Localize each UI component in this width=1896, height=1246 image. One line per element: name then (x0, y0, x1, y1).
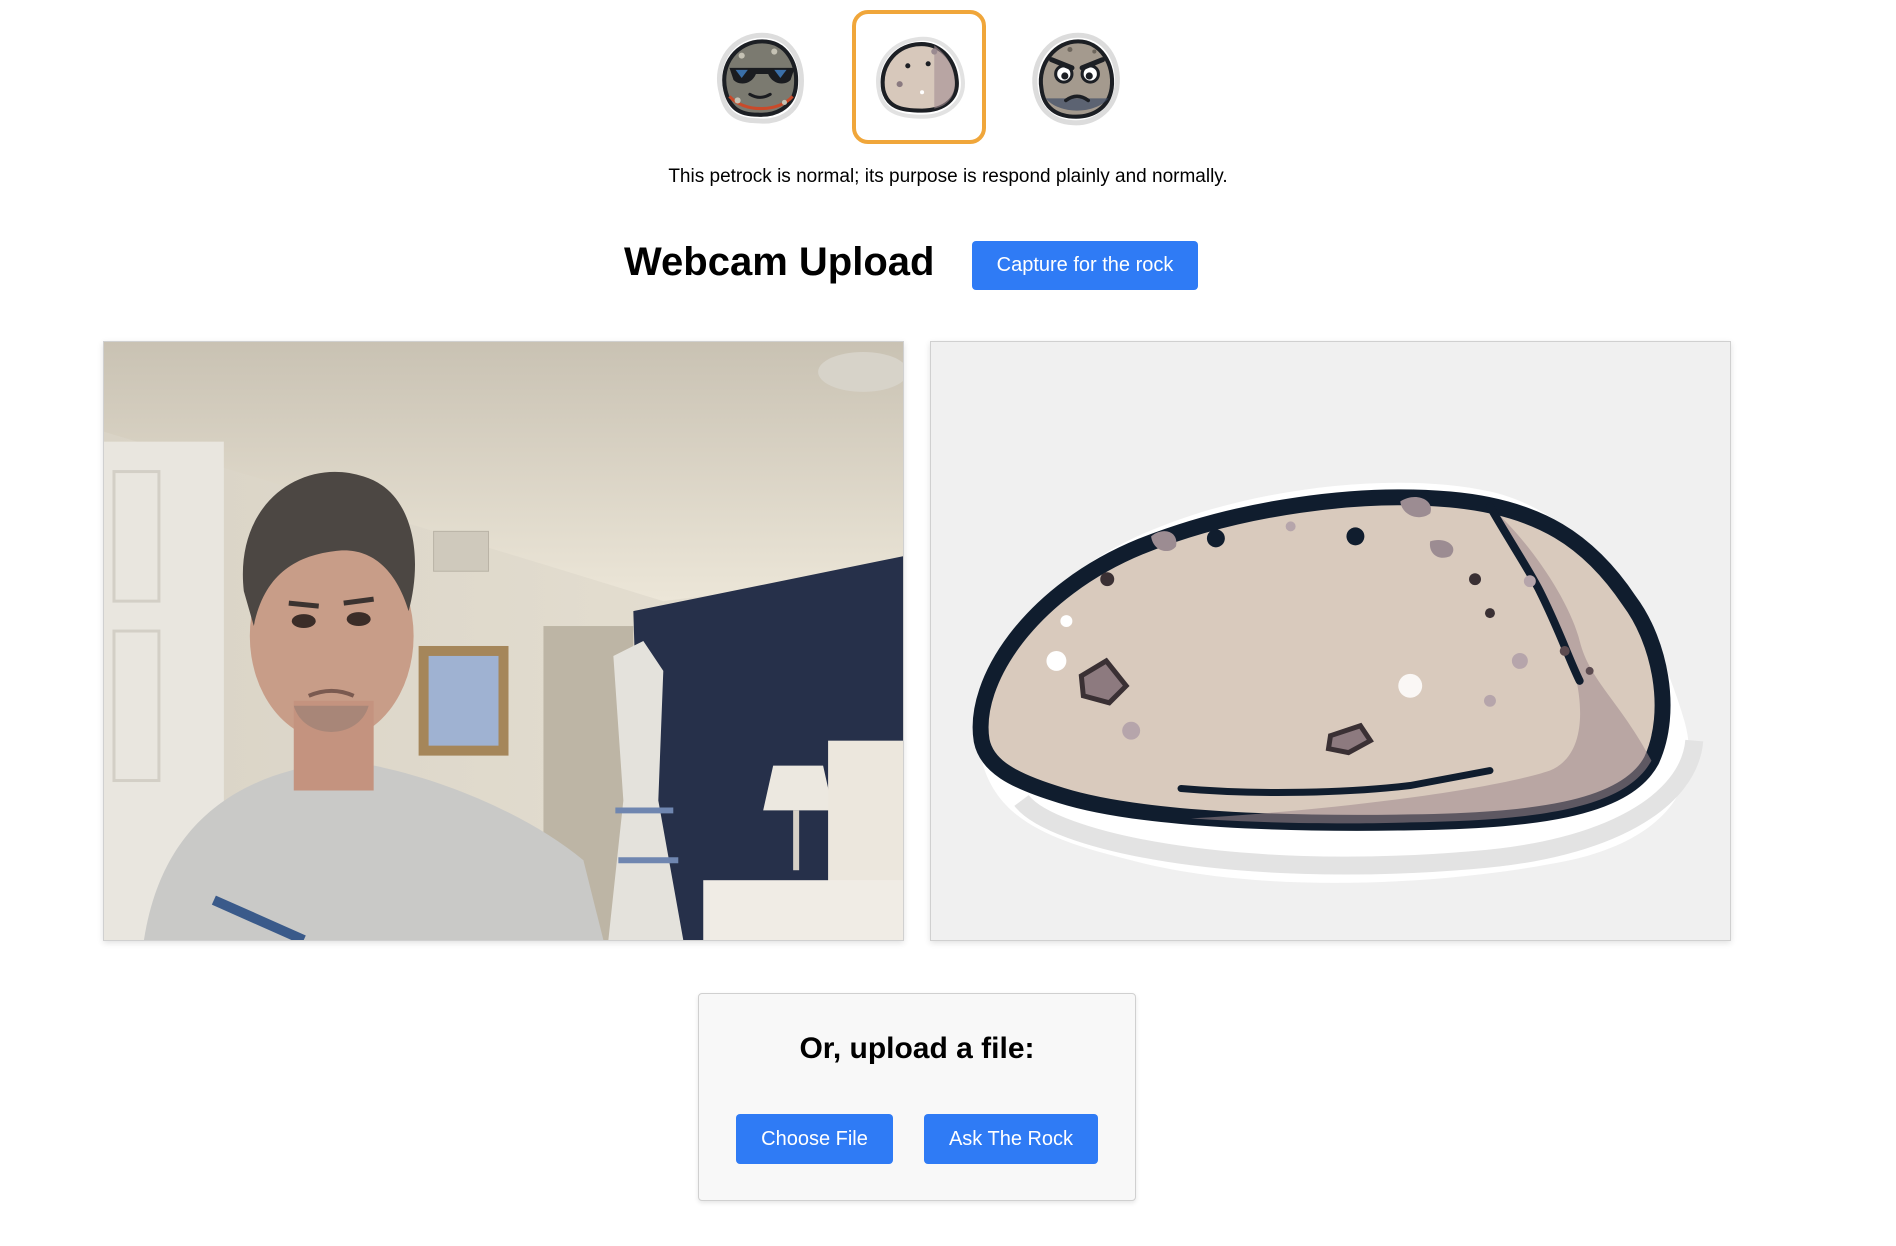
ask-the-rock-button[interactable]: Ask The Rock (924, 1114, 1098, 1164)
persona-normal-rock[interactable] (852, 10, 986, 144)
persona-cool-rock[interactable] (696, 14, 822, 140)
persona-angry-rock[interactable] (1012, 14, 1138, 140)
persona-description: This petrock is normal; its purpose is r… (668, 166, 1228, 187)
webcam-feed (103, 341, 904, 941)
capture-preview (930, 341, 1731, 941)
choose-file-button[interactable]: Choose File (736, 1114, 893, 1164)
normal-rock-icon (876, 36, 965, 119)
webcam-photo (104, 342, 903, 940)
upload-title: Or, upload a file: (799, 1032, 1035, 1065)
normal-rock-large-image (972, 482, 1704, 883)
angry-rock-icon (1032, 32, 1120, 126)
webcam-upload-title: Webcam Upload (624, 240, 935, 284)
file-upload-panel: Or, upload a file: Choose File Ask The R… (698, 993, 1136, 1201)
capture-button[interactable]: Capture for the rock (972, 241, 1198, 290)
cool-rock-icon (717, 32, 804, 124)
